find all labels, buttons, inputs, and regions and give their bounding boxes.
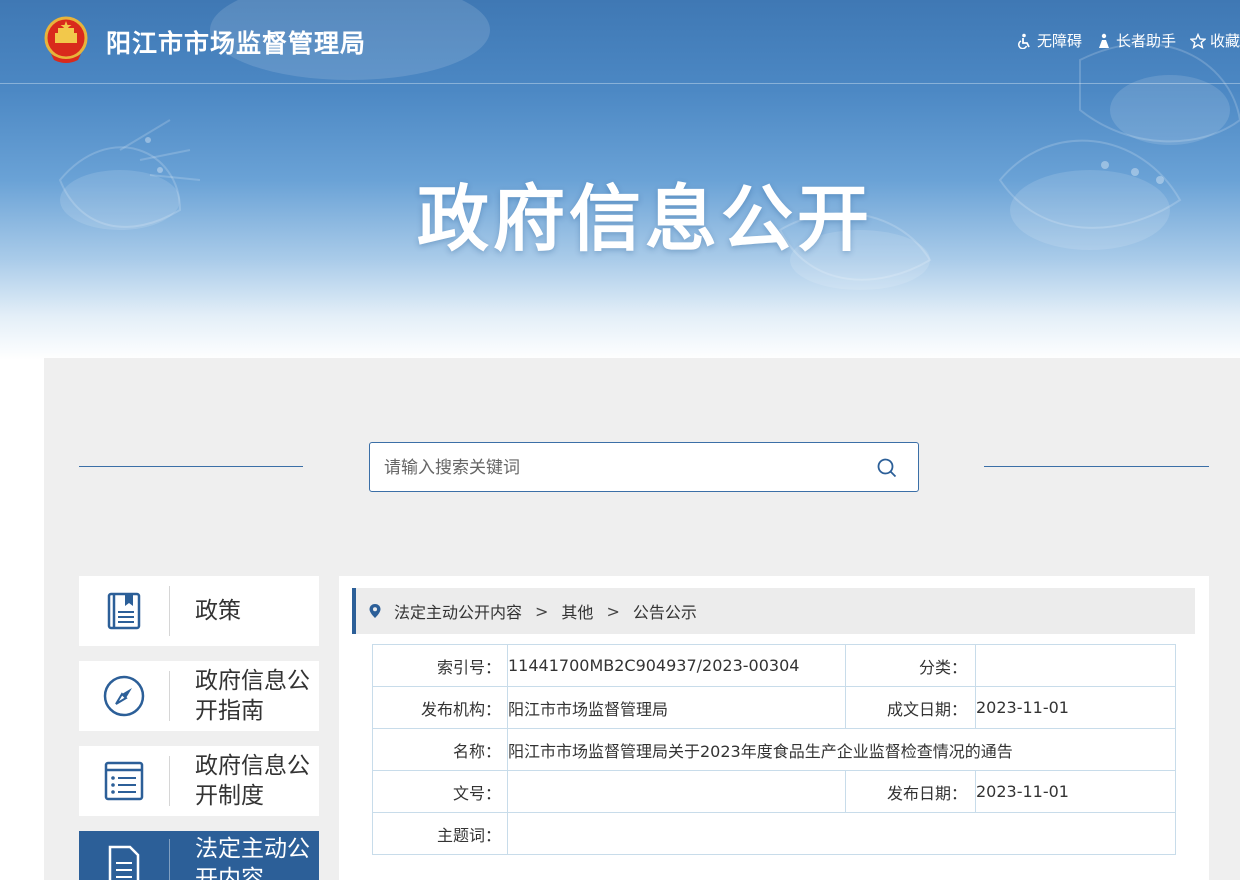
elder-helper-label: 长者助手 <box>1115 32 1176 50</box>
index-value: 11441700MB2C904937/2023-00304 <box>507 644 846 687</box>
index-label: 索引号： <box>372 644 508 687</box>
published-date-label: 发布日期： <box>845 770 976 813</box>
site-name[interactable]: 阳江市市场监督管理局 <box>106 24 366 60</box>
search-box <box>369 442 919 492</box>
chevron-right-icon: > <box>535 601 549 621</box>
name-label: 名称： <box>372 728 508 771</box>
national-emblem-logo <box>44 16 88 63</box>
favorite-label: 收藏 <box>1209 32 1240 50</box>
sidebar-item-policy[interactable]: 政策 <box>79 576 319 646</box>
published-date-value: 2023-11-01 <box>975 770 1176 813</box>
breadcrumb-item-statutory[interactable]: 法定主动公开内容 <box>394 599 522 623</box>
favorite-button[interactable]: 收藏 <box>1189 30 1240 51</box>
content-panel: 法定主动公开内容 > 其他 > 公告公示 索引号： 11441700MB2C90… <box>339 576 1209 880</box>
created-date-label: 成文日期： <box>845 686 976 729</box>
header-tools: 无障碍 长者助手 收藏 <box>1017 30 1240 51</box>
sidebar-item-label: 政府信息公开指南 <box>195 668 310 724</box>
accessibility-label: 无障碍 <box>1036 32 1082 50</box>
doc-number-label: 文号： <box>372 770 508 813</box>
category-label: 分类： <box>845 644 976 687</box>
name-value: 阳江市市场监督管理局关于2023年度食品生产企业监督检查情况的通告 <box>507 728 1176 771</box>
table-row: 文号： 发布日期： 2023-11-01 <box>372 770 1176 813</box>
hero-title: 政府信息公开 <box>416 177 873 261</box>
search-divider-left <box>79 466 303 467</box>
sidebar-item-label: 政策 <box>195 598 241 624</box>
sidebar-item-label: 政府信息公开制度 <box>195 753 310 809</box>
table-row: 发布机构： 阳江市市场监督管理局 成文日期： 2023-11-01 <box>372 686 1176 729</box>
header-banner: 阳江市市场监督管理局 无障碍 长者助手 收藏 政府信息公开 <box>0 0 1240 360</box>
elder-helper-button[interactable]: 长者助手 <box>1096 30 1176 51</box>
top-bar: 阳江市市场监督管理局 无障碍 长者助手 收藏 <box>0 0 1240 84</box>
compass-icon <box>103 675 145 717</box>
document-icon <box>108 845 140 880</box>
breadcrumb-item-other[interactable]: 其他 <box>561 599 593 623</box>
accessibility-icon <box>1017 33 1030 49</box>
breadcrumb-item-announcement[interactable]: 公告公示 <box>633 599 697 623</box>
list-document-icon <box>104 761 144 801</box>
book-icon <box>107 592 141 630</box>
sidebar-item-system[interactable]: 政府信息公开制度 <box>79 746 319 816</box>
accessibility-button[interactable]: 无障碍 <box>1017 30 1082 51</box>
created-date-value: 2023-11-01 <box>975 686 1176 729</box>
issuer-value: 阳江市市场监督管理局 <box>507 686 846 729</box>
main-panel: 政策 政府信息公开指南 政府信息公开制度 <box>44 358 1240 880</box>
table-row: 索引号： 11441700MB2C904937/2023-00304 分类： <box>372 644 1176 687</box>
doc-number-value <box>507 770 846 813</box>
sidebar-item-label: 法定主动公开内容 <box>195 836 310 880</box>
sidebar-item-statutory-content[interactable]: 法定主动公开内容 <box>79 831 319 880</box>
search-divider-right <box>984 466 1209 467</box>
table-row: 主题词： <box>372 812 1176 855</box>
search-input[interactable] <box>384 455 864 481</box>
breadcrumb: 法定主动公开内容 > 其他 > 公告公示 <box>352 588 1195 634</box>
sidebar-item-guide[interactable]: 政府信息公开指南 <box>79 661 319 731</box>
table-row: 名称： 阳江市市场监督管理局关于2023年度食品生产企业监督检查情况的通告 <box>372 728 1176 771</box>
elder-helper-icon <box>1098 33 1109 48</box>
category-value <box>975 644 1176 687</box>
keywords-label: 主题词： <box>372 812 508 855</box>
keywords-value <box>507 812 1176 855</box>
issuer-label: 发布机构： <box>372 686 508 729</box>
star-icon <box>1189 32 1206 49</box>
chevron-right-icon: > <box>606 601 620 621</box>
document-metadata-table: 索引号： 11441700MB2C904937/2023-00304 分类： 发… <box>372 644 1176 855</box>
search-icon[interactable] <box>876 457 898 479</box>
location-pin-icon <box>369 604 381 618</box>
